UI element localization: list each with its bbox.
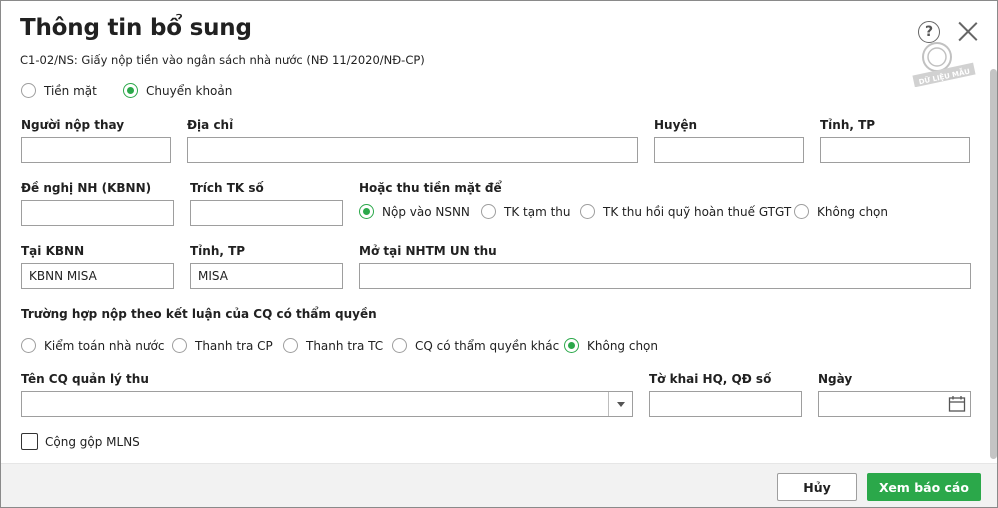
district-label: Huyện [654, 118, 698, 132]
close-icon[interactable] [957, 20, 979, 42]
radio-dot [794, 204, 809, 219]
additional-info-dialog: Thông tin bổ sung C1-02/NS: Giấy nộp tiề… [0, 0, 998, 508]
chevron-down-icon[interactable] [608, 392, 632, 416]
radio-dot [21, 338, 36, 353]
radio-label: Thanh tra TC [306, 338, 384, 353]
collecting-bank-label: Mở tại NHTM UN thu [359, 244, 497, 258]
radio-transfer[interactable]: Chuyển khoản [123, 83, 232, 98]
checkbox-box [21, 433, 38, 450]
radio-state-audit[interactable]: Kiểm toán nhà nước [21, 338, 164, 353]
collecting-bank-input[interactable] [359, 263, 971, 289]
kbnn-label: Tại KBNN [21, 244, 85, 258]
scrollbar[interactable] [990, 69, 997, 459]
radio-vat-refund-account[interactable]: TK thu hồi quỹ hoàn thuế GTGT [580, 204, 791, 219]
radio-label: CQ có thẩm quyền khác [415, 338, 560, 353]
date-input[interactable] [818, 391, 971, 417]
radio-cash[interactable]: Tiền mặt [21, 83, 97, 98]
district-input[interactable] [654, 137, 804, 163]
help-icon[interactable]: ? [918, 21, 940, 43]
radio-dot [123, 83, 138, 98]
kbnn-input[interactable] [21, 263, 174, 289]
radio-pay-nsnn[interactable]: Nộp vào NSNN [359, 204, 470, 219]
conclusion-label: Trường hợp nộp theo kết luận của CQ có t… [21, 307, 377, 321]
kbnn-province-input[interactable] [190, 263, 343, 289]
radio-conclusion-none[interactable]: Không chọn [564, 338, 658, 353]
payer-input[interactable] [21, 137, 171, 163]
account-label: Trích TK số [190, 181, 264, 195]
radio-label: Không chọn [587, 338, 659, 353]
radio-dot [359, 204, 374, 219]
dialog-footer: Hủy Xem báo cáo [1, 463, 997, 507]
province-input[interactable] [820, 137, 970, 163]
address-input[interactable] [187, 137, 638, 163]
dialog-subtitle: C1-02/NS: Giấy nộp tiền vào ngân sách nh… [20, 53, 425, 67]
radio-label: Nộp vào NSNN [382, 204, 470, 219]
kbnn-province-label: Tỉnh, TP [190, 244, 246, 258]
radio-temp-account[interactable]: TK tạm thu [481, 204, 571, 219]
declaration-input[interactable] [649, 391, 802, 417]
cash-option-label: Hoặc thu tiền mặt để [359, 181, 502, 195]
radio-finance-inspection[interactable]: Thanh tra TC [283, 338, 383, 353]
view-report-button[interactable]: Xem báo cáo [867, 473, 981, 501]
radio-dot [392, 338, 407, 353]
radio-label: Chuyển khoản [146, 83, 233, 98]
sample-data-stamp-icon: DỮ LIỆU MẪU [912, 42, 976, 87]
radio-label: TK tạm thu [504, 204, 571, 219]
checkbox-label: Cộng gộp MLNS [45, 434, 140, 449]
address-label: Địa chỉ [187, 118, 234, 132]
date-label: Ngày [818, 372, 853, 386]
radio-dot [283, 338, 298, 353]
radio-gov-inspection[interactable]: Thanh tra CP [172, 338, 273, 353]
radio-dot [21, 83, 36, 98]
radio-label: Thanh tra CP [195, 338, 273, 353]
cancel-button[interactable]: Hủy [777, 473, 857, 501]
agency-label: Tên CQ quản lý thu [21, 372, 149, 386]
calendar-icon[interactable] [948, 395, 966, 413]
province-label: Tỉnh, TP [820, 118, 876, 132]
radio-label: Tiền mặt [44, 83, 97, 98]
radio-dot [564, 338, 579, 353]
declaration-label: Tờ khai HQ, QĐ số [649, 372, 772, 386]
payer-label: Người nộp thay [21, 118, 125, 132]
account-input[interactable] [190, 200, 343, 226]
bank-request-label: Đề nghị NH (KBNN) [21, 181, 152, 195]
agency-combobox[interactable] [21, 391, 633, 417]
radio-label: Kiểm toán nhà nước [44, 338, 165, 353]
radio-cash-none[interactable]: Không chọn [794, 204, 888, 219]
dialog-title: Thông tin bổ sung [20, 15, 252, 41]
bank-request-input[interactable] [21, 200, 174, 226]
radio-dot [481, 204, 496, 219]
radio-other-authority[interactable]: CQ có thẩm quyền khác [392, 338, 559, 353]
radio-label: Không chọn [817, 204, 889, 219]
radio-dot [580, 204, 595, 219]
radio-label: TK thu hồi quỹ hoàn thuế GTGT [603, 204, 792, 219]
radio-dot [172, 338, 187, 353]
merge-mlns-checkbox[interactable]: Cộng gộp MLNS [21, 433, 140, 450]
